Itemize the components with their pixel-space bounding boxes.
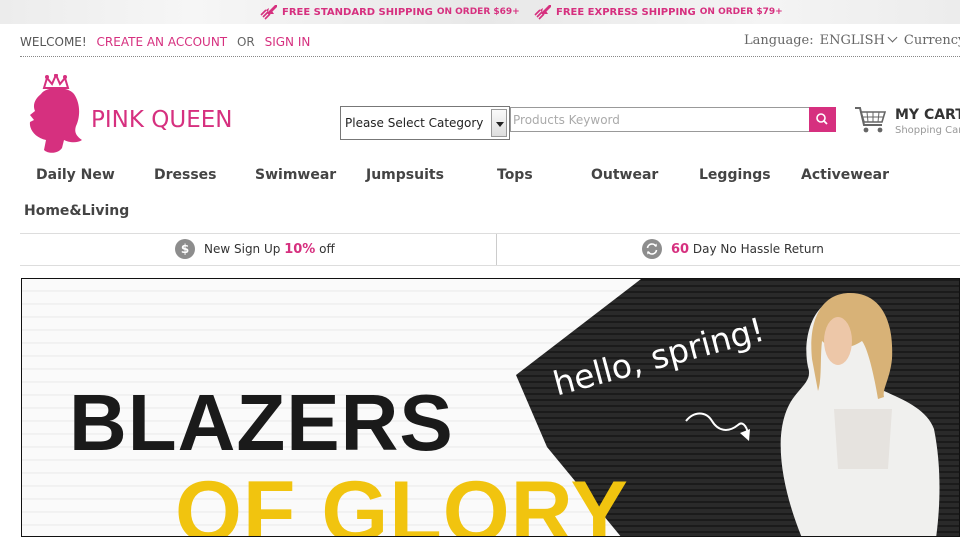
signup-benefit-text: New Sign Up 10% off <box>204 242 335 257</box>
rocket-icon <box>534 5 551 20</box>
welcome-text: WELCOME! <box>20 35 87 49</box>
dollar-icon: $ <box>175 239 195 259</box>
top-bar: WELCOME! CREATE AN ACCOUNT OR SIGN IN La… <box>20 24 960 57</box>
nav-item-outwear[interactable]: Outwear <box>591 167 658 183</box>
cart-subtitle: Shopping Cart <box>895 125 960 136</box>
signup-post: off <box>319 241 335 256</box>
promo-express-sub: ON ORDER $79+ <box>699 7 783 17</box>
nav-item-home-living[interactable]: Home&Living <box>24 203 129 219</box>
nav-item-leggings[interactable]: Leggings <box>699 167 771 183</box>
category-select-value: Please Select Category <box>345 116 484 130</box>
category-select[interactable]: Please Select Category <box>340 106 510 140</box>
logo[interactable]: PINK QUEEN <box>26 74 246 156</box>
nav-item-swimwear[interactable]: Swimwear <box>255 167 336 183</box>
signup-benefit[interactable]: $ New Sign Up 10% off <box>175 239 335 259</box>
hero-banner[interactable]: BLAZERS OF GLORY hello, spring! <box>21 278 960 537</box>
promo-standard-sub: ON ORDER $69+ <box>436 7 520 17</box>
promo-express-main: FREE EXPRESS SHIPPING <box>556 6 696 18</box>
chevron-down-icon <box>887 32 898 43</box>
nav-item-tops[interactable]: Tops <box>497 167 533 183</box>
nav-item-daily-new[interactable]: Daily New <box>36 167 115 183</box>
language-selector[interactable]: Language: ENGLISH Currency <box>744 32 960 48</box>
return-benefit[interactable]: 60 Day No Hassle Return <box>642 239 824 259</box>
search-input[interactable] <box>510 107 810 132</box>
search-button[interactable] <box>809 107 836 132</box>
rocket-icon <box>260 5 277 20</box>
promo-bar: FREE STANDARD SHIPPING ON ORDER $69+ FRE… <box>0 0 960 24</box>
benefits-bar: $ New Sign Up 10% off 60 Day No Hassle R… <box>20 233 960 266</box>
return-icon <box>642 239 662 259</box>
promo-express-shipping[interactable]: FREE EXPRESS SHIPPING ON ORDER $79+ <box>534 4 783 20</box>
sign-in-link[interactable]: SIGN IN <box>265 35 311 49</box>
language-label: Language: <box>744 33 814 48</box>
welcome-area: WELCOME! CREATE AN ACCOUNT OR SIGN IN <box>20 35 310 49</box>
logo-text: PINK QUEEN <box>91 107 233 133</box>
nav-item-dresses[interactable]: Dresses <box>154 167 217 183</box>
return-benefit-text: 60 Day No Hassle Return <box>671 242 824 257</box>
promo-standard-shipping[interactable]: FREE STANDARD SHIPPING ON ORDER $69+ <box>260 4 520 20</box>
cart-link[interactable]: MY CART Shopping Cart <box>854 104 960 136</box>
banner-headline: BLAZERS <box>69 378 454 467</box>
signup-pre: New Sign Up <box>204 241 281 256</box>
create-account-link[interactable]: CREATE AN ACCOUNT <box>97 35 228 49</box>
nav-item-activewear[interactable]: Activewear <box>801 167 889 183</box>
cart-icon <box>855 107 887 133</box>
crown-silhouette-icon <box>29 74 82 153</box>
promo-standard-main: FREE STANDARD SHIPPING <box>282 6 433 18</box>
search-icon <box>816 113 828 125</box>
return-highlight: 60 <box>671 241 690 257</box>
banner-subheadline: OF GLORY <box>175 464 629 537</box>
return-post: Day No Hassle Return <box>692 241 824 256</box>
benefits-divider <box>496 234 497 265</box>
currency-label[interactable]: Currency <box>904 33 960 48</box>
cart-title: MY CART <box>895 107 960 123</box>
language-value: ENGLISH <box>819 33 885 48</box>
signup-highlight: 10% <box>284 241 316 257</box>
nav-item-jumpsuits[interactable]: Jumpsuits <box>366 167 444 183</box>
chevron-down-icon[interactable] <box>491 109 507 137</box>
or-text: OR <box>236 35 255 49</box>
